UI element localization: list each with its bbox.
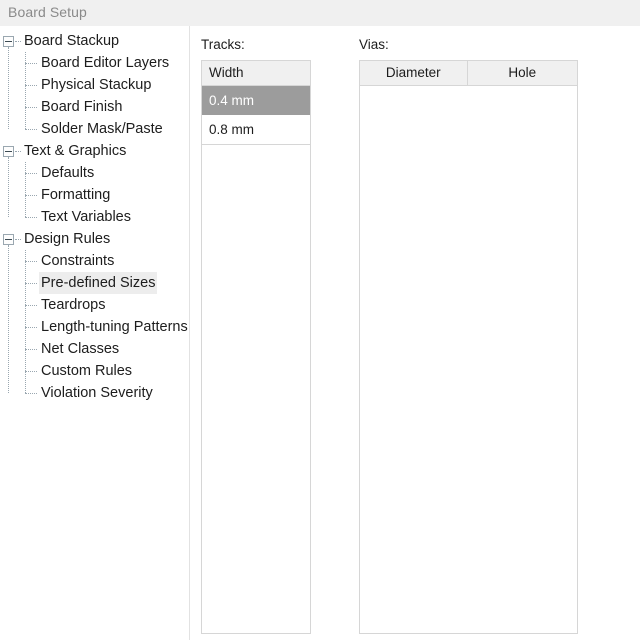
sidebar-item-violation-severity[interactable]: Violation Severity [0,382,189,404]
sidebar-item-label: Physical Stackup [41,77,152,93]
minus-box-icon[interactable] [3,146,14,157]
sidebar-item-constraints[interactable]: Constraints [0,250,189,272]
tree-connector-icon [25,129,37,131]
tree-child-trunk-line [25,52,27,129]
vias-column-header-diameter[interactable]: Diameter [360,61,468,85]
sidebar-item-label: Defaults [41,165,95,181]
sidebar-item-label: Text & Graphics [24,143,127,159]
board-setup-dialog: Board Setup Board Stackup Board Editor La… [0,0,640,640]
sidebar-item-physical-stackup[interactable]: Physical Stackup [0,74,189,96]
settings-tree-panel[interactable]: Board Stackup Board Editor Layers Physical… [0,26,190,640]
tree-connector-icon [25,393,37,395]
tree-connector-icon [25,217,37,219]
vias-grid-header: Diameter Hole [360,61,577,86]
tree-connector-icon [15,151,21,153]
tree-trunk-line [8,47,10,129]
tracks-rows-end-divider [202,144,310,145]
sidebar-item-label: Board Stackup [24,33,120,49]
sidebar-item-label: Constraints [41,253,115,269]
sidebar-item-label: Design Rules [24,231,111,247]
minus-box-icon[interactable] [3,36,14,47]
tree-trunk-line [8,157,10,217]
sidebar-item-label: Custom Rules [41,363,133,379]
tree-connector-icon [15,41,21,43]
sidebar-item-solder-mask-paste[interactable]: Solder Mask/Paste [0,118,189,140]
sidebar-item-formatting[interactable]: Formatting [0,184,189,206]
sidebar-item-custom-rules[interactable]: Custom Rules [0,360,189,382]
sidebar-item-defaults[interactable]: Defaults [0,162,189,184]
sidebar-item-board-stackup[interactable]: Board Stackup [0,30,189,52]
vias-caption: Vias: [359,37,389,52]
sidebar-item-label: Net Classes [41,341,120,357]
tracks-panel: Tracks: Width 0.4 mm 0.8 mm [199,26,345,640]
vias-column-header-hole[interactable]: Hole [468,61,578,85]
dialog-titlebar: Board Setup [0,0,640,26]
sidebar-item-teardrops[interactable]: Teardrops [0,294,189,316]
tree-trunk-line [8,245,10,393]
sidebar-item-label: Solder Mask/Paste [41,121,163,137]
tree-child-trunk-line [25,162,27,217]
tracks-grid[interactable]: Width 0.4 mm 0.8 mm [201,60,311,634]
vias-grid[interactable]: Diameter Hole [359,60,578,634]
tracks-row[interactable]: 0.8 mm [202,115,310,144]
sidebar-item-label: Board Finish [41,99,123,115]
sidebar-item-label: Board Editor Layers [41,55,170,71]
page-title: Board Setup [8,4,87,20]
sidebar-item-label: Text Variables [41,209,131,225]
settings-tree[interactable]: Board Stackup Board Editor Layers Physical… [0,30,189,404]
tree-child-trunk-line [25,250,27,393]
sidebar-item-length-tuning-patterns[interactable]: Length-tuning Patterns [0,316,189,338]
sidebar-item-text-variables[interactable]: Text Variables [0,206,189,228]
sidebar-item-label: Teardrops [41,297,106,313]
sidebar-item-label: Length-tuning Patterns [41,319,188,335]
sidebar-item-text-graphics[interactable]: Text & Graphics [0,140,189,162]
tracks-row[interactable]: 0.4 mm [202,86,310,115]
sidebar-item-board-finish[interactable]: Board Finish [0,96,189,118]
sidebar-item-pre-defined-sizes[interactable]: Pre-defined Sizes [0,272,189,294]
sidebar-item-board-editor-layers[interactable]: Board Editor Layers [0,52,189,74]
sidebar-item-design-rules[interactable]: Design Rules [0,228,189,250]
sidebar-item-label: Pre-defined Sizes [39,272,158,294]
vias-panel: Vias: Diameter Hole [357,26,640,640]
tracks-grid-header: Width [202,61,310,86]
sidebar-item-label: Violation Severity [41,385,153,401]
tracks-column-header-width[interactable]: Width [202,61,310,85]
sidebar-item-label: Formatting [41,187,111,203]
tree-connector-icon [15,239,21,241]
tracks-grid-body[interactable]: 0.4 mm 0.8 mm [202,86,310,145]
sidebar-item-net-classes[interactable]: Net Classes [0,338,189,360]
tracks-caption: Tracks: [201,37,245,52]
minus-box-icon[interactable] [3,234,14,245]
